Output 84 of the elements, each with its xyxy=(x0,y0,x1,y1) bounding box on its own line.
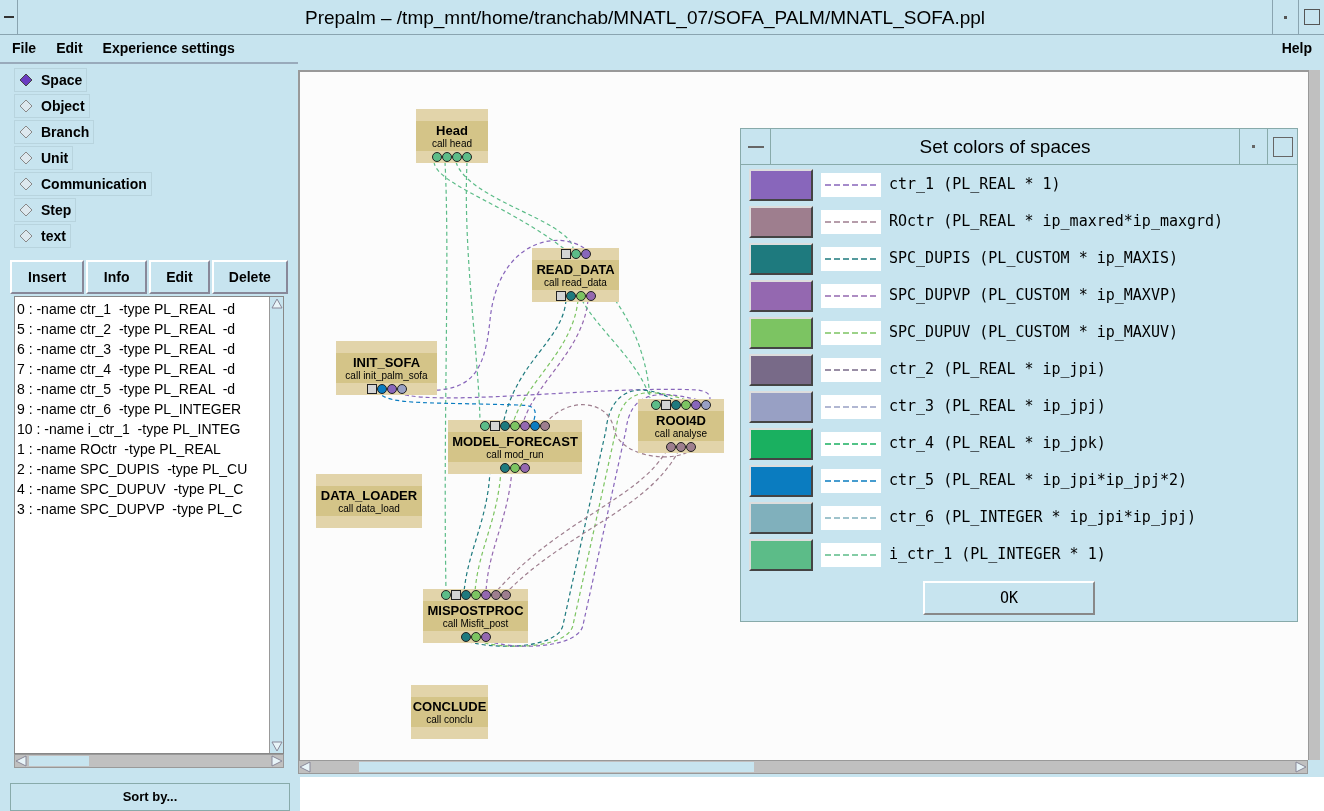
square-port-icon[interactable] xyxy=(661,400,671,410)
node-name: INIT_SOFA xyxy=(352,354,421,370)
list-item[interactable]: 3 : -name SPC_DUPVP -type PL_C xyxy=(17,499,269,519)
menu-item[interactable]: File xyxy=(12,38,37,59)
list-item[interactable]: 1 : -name ROctr -type PL_REAL xyxy=(17,439,269,459)
radio-option[interactable]: Communication xyxy=(14,172,152,196)
list-item[interactable]: 2 : -name SPC_DUPIS -type PL_CU xyxy=(17,459,269,479)
radio-option[interactable]: Space xyxy=(14,68,88,92)
space-label: SPC_DUPUV (PL_CUSTOM * ip_MAXUV) xyxy=(889,322,1178,344)
horizontal-scrollbar[interactable] xyxy=(298,760,1308,774)
square-port-icon[interactable] xyxy=(560,249,571,259)
color-swatch[interactable] xyxy=(749,501,813,534)
horizontal-scrollbar[interactable] xyxy=(14,754,284,768)
square-port-icon[interactable] xyxy=(490,421,500,431)
space-label: ctr_6 (PL_INTEGER * ip_jpi*ip_jpj) xyxy=(889,507,1197,529)
list-item[interactable]: 7 : -name ctr_4 -type PL_REAL -d xyxy=(17,359,269,379)
node-call: call head xyxy=(432,137,472,150)
scroll-up-icon[interactable] xyxy=(270,297,283,309)
window-title: Prepalm – /tmp_mnt/home/tranchab/MNATL_07/SOFA_PALM/MNATL_SOFA.ppl xyxy=(303,6,987,31)
color-swatch[interactable] xyxy=(749,242,813,275)
color-swatch[interactable] xyxy=(749,464,813,497)
scrollbar-thumb[interactable] xyxy=(359,762,754,772)
node-call: call data_load xyxy=(338,502,400,515)
color-swatch[interactable] xyxy=(749,168,813,201)
list-item[interactable]: 6 : -name ctr_3 -type PL_REAL -d xyxy=(17,339,269,359)
list-item[interactable]: 5 : -name ctr_2 -type PL_REAL -d xyxy=(17,319,269,339)
action-button[interactable]: Insert xyxy=(10,260,85,294)
color-swatch[interactable] xyxy=(749,353,813,386)
node-call: call read_data xyxy=(544,276,607,289)
node-name: MISPOSTPROC xyxy=(427,602,524,618)
menu-item[interactable]: Edit xyxy=(56,38,83,59)
node-name: DATA_LOADER xyxy=(320,487,418,503)
color-swatch[interactable] xyxy=(749,316,813,349)
radio-option[interactable]: Step xyxy=(14,198,77,222)
radio-option[interactable]: Unit xyxy=(14,146,74,170)
color-swatch[interactable] xyxy=(749,205,813,238)
node-name: CONCLUDE xyxy=(412,698,487,714)
square-port-icon[interactable] xyxy=(450,590,461,600)
node-call: call conclu xyxy=(426,713,473,726)
action-button[interactable]: Delete xyxy=(211,260,288,294)
radio-option[interactable]: text xyxy=(14,224,71,248)
list-item[interactable]: 10 : -name i_ctr_1 -type PL_INTEG xyxy=(17,419,269,439)
vertical-scrollbar[interactable] xyxy=(269,297,283,753)
space-label: SPC_DUPVP (PL_CUSTOM * ip_MAXVP) xyxy=(889,285,1178,307)
node-name: Head xyxy=(436,122,468,138)
square-port-icon[interactable] xyxy=(366,384,377,394)
space-label: ctr_5 (PL_REAL * ip_jpi*ip_jpj*2) xyxy=(889,470,1187,492)
list-item[interactable]: 0 : -name ctr_1 -type PL_REAL -d xyxy=(17,299,269,319)
list-box[interactable] xyxy=(15,297,269,753)
action-button[interactable]: Info xyxy=(86,260,147,294)
space-label: ctr_2 (PL_REAL * ip_jpi) xyxy=(889,359,1106,381)
sort-button[interactable]: Sort by... xyxy=(10,783,290,811)
scroll-right-icon[interactable] xyxy=(271,755,283,767)
dialog-title: Set colors of spaces xyxy=(918,135,1092,159)
list-item[interactable]: 8 : -name ctr_5 -type PL_REAL -d xyxy=(17,379,269,399)
scrollbar-thumb[interactable] xyxy=(29,756,89,766)
space-label: ctr_1 (PL_REAL * 1) xyxy=(889,174,1061,196)
color-swatch[interactable] xyxy=(749,538,813,571)
action-button[interactable]: Edit xyxy=(149,260,210,294)
color-swatch[interactable] xyxy=(749,279,813,312)
space-label: ctr_3 (PL_REAL * ip_jpj) xyxy=(889,396,1106,418)
space-label: ctr_4 (PL_REAL * ip_jpk) xyxy=(889,433,1106,455)
node-name: READ_DATA xyxy=(536,261,615,277)
list-item[interactable]: 9 : -name ctr_6 -type PL_INTEGER xyxy=(17,399,269,419)
ok-button[interactable]: OK xyxy=(923,581,1095,615)
node-call: call init_palm_sofa xyxy=(345,369,428,382)
radio-option[interactable]: Branch xyxy=(14,120,95,144)
square-port-icon[interactable] xyxy=(555,291,566,301)
menu-item[interactable]: Experience settings xyxy=(102,38,235,59)
node-call: call analyse xyxy=(654,427,708,440)
color-swatch[interactable] xyxy=(749,390,813,423)
node-call: call Misfit_post xyxy=(442,617,509,630)
color-swatch[interactable] xyxy=(749,427,813,460)
help-menu[interactable]: Help xyxy=(1281,38,1312,59)
scroll-left-icon[interactable] xyxy=(15,755,27,767)
node-name: ROOI4D xyxy=(656,412,706,428)
radio-option[interactable]: Object xyxy=(14,94,90,118)
list-item[interactable]: 4 : -name SPC_DUPUV -type PL_C xyxy=(17,479,269,499)
vertical-scrollbar[interactable] xyxy=(1308,70,1320,760)
node-call: call mod_run xyxy=(486,448,544,461)
space-label: SPC_DUPIS (PL_CUSTOM * ip_MAXIS) xyxy=(889,248,1178,270)
node-name: MODEL_FORECAST xyxy=(452,433,578,449)
space-label: ROctr (PL_REAL * ip_maxred*ip_maxgrd) xyxy=(889,211,1224,233)
space-label: i_ctr_1 (PL_INTEGER * 1) xyxy=(889,544,1106,566)
